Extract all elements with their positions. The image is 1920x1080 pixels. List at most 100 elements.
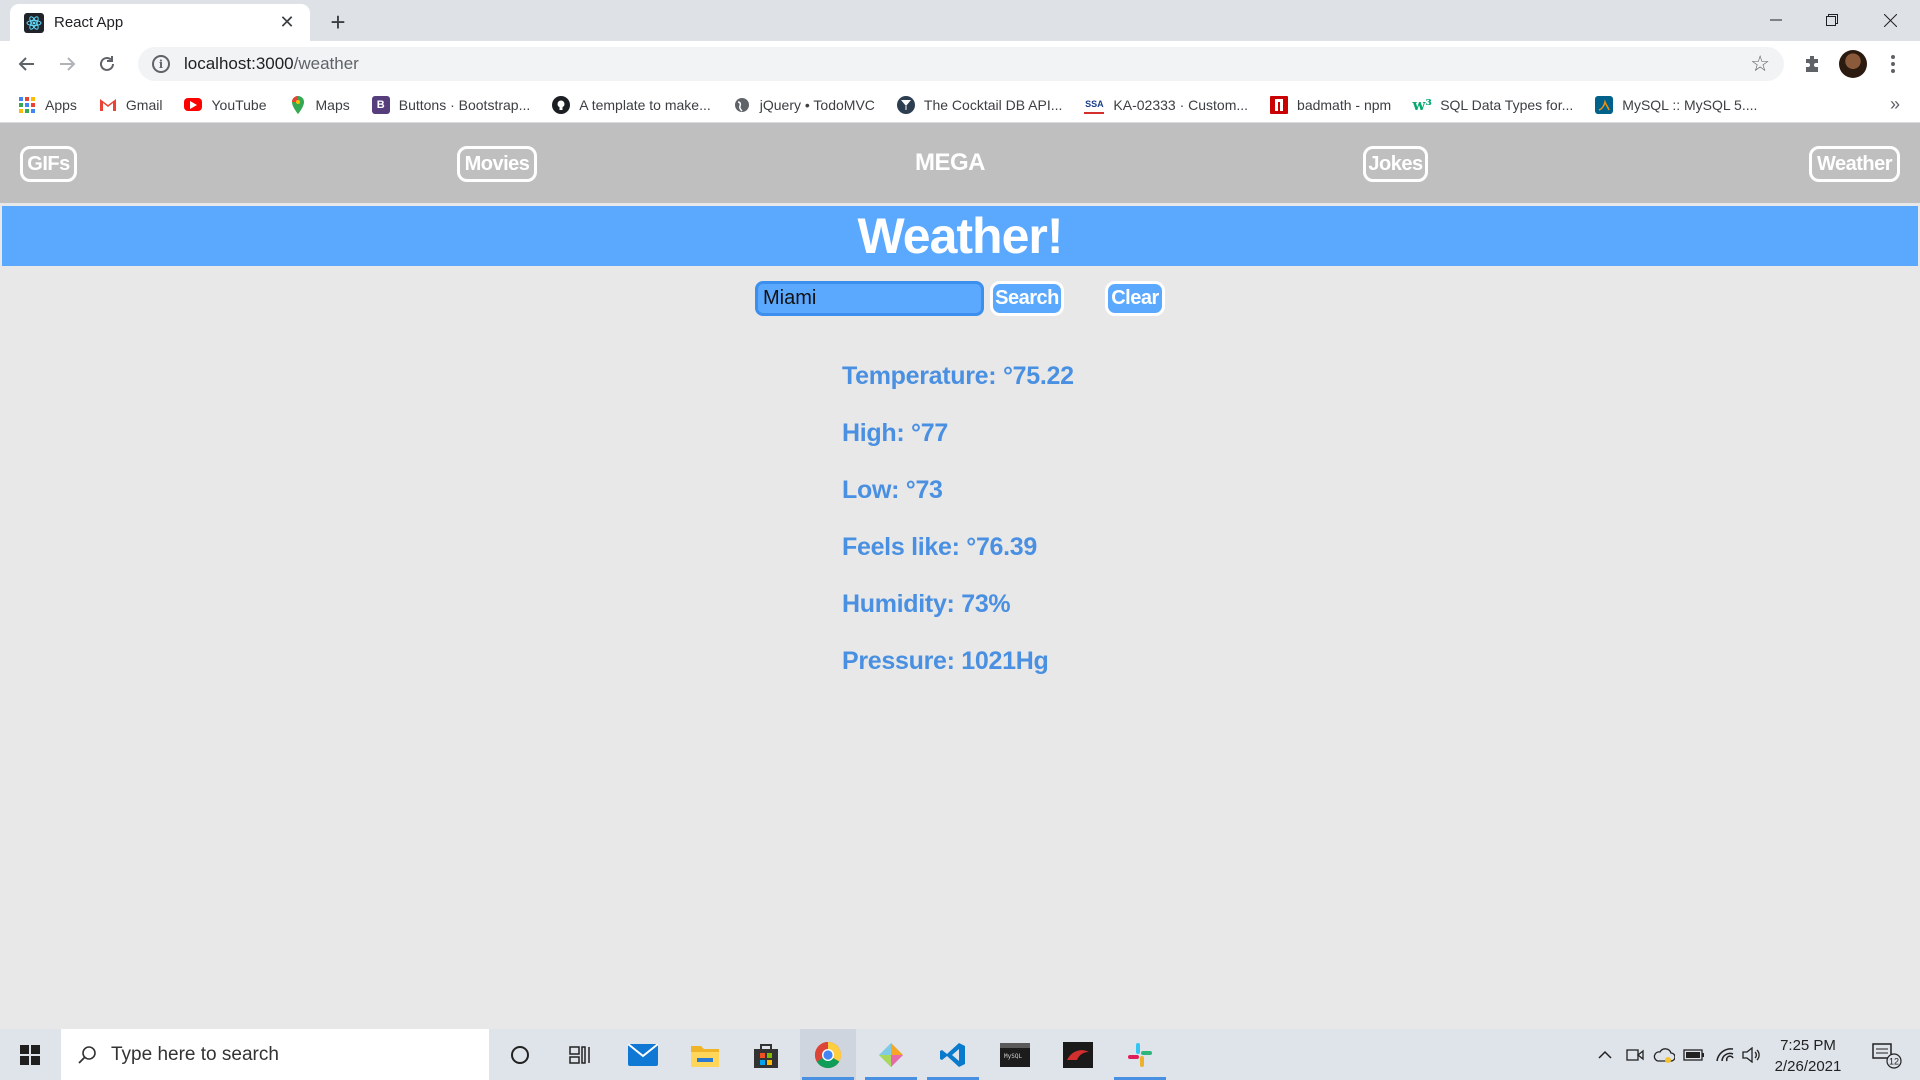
app-navbar: GIFs Movies MEGA Jokes Weather (0, 123, 1920, 203)
bookmark-label: YouTube (211, 96, 267, 113)
url-text: localhost:3000/weather (184, 54, 359, 74)
browser-tab[interactable]: React App ✕ (10, 4, 310, 41)
bookmark-youtube[interactable]: YouTube (184, 96, 267, 113)
tab-title: React App (54, 14, 124, 31)
extensions-icon[interactable] (1795, 47, 1829, 81)
site-info-icon[interactable]: i (152, 55, 170, 73)
nav-gifs-button[interactable]: GIFs (20, 146, 77, 182)
bookmark-jquery[interactable]: jQuery • TodoMVC (733, 96, 875, 114)
browser-toolbar: i localhost:3000/weather ☆ (0, 41, 1920, 87)
back-icon[interactable] (10, 47, 44, 81)
youtube-icon (184, 98, 203, 111)
github-icon (552, 95, 571, 114)
low-value: Low: °73 (842, 476, 943, 504)
wifi-icon[interactable] (1712, 1029, 1738, 1080)
close-window-icon[interactable] (1862, 0, 1918, 40)
bookmark-w3schools[interactable]: w³ SQL Data Types for... (1412, 95, 1574, 114)
bookmark-label: Maps (315, 96, 350, 113)
globe-icon (733, 96, 751, 114)
action-center-button[interactable]: 12 (1862, 1029, 1912, 1080)
avatar (1839, 50, 1867, 78)
taskbar-search-box[interactable]: Type here to search (61, 1029, 489, 1080)
file-explorer-icon[interactable] (677, 1029, 733, 1080)
bookmark-maps[interactable]: Maps (289, 95, 350, 114)
w3schools-icon: w³ (1412, 95, 1432, 114)
mysql-shell-icon[interactable]: MySQL (987, 1029, 1043, 1080)
task-view-icon[interactable] (552, 1029, 608, 1080)
bookmark-label: Buttons · Bootstrap... (398, 96, 531, 113)
bookmark-github[interactable]: A template to make... (552, 95, 711, 114)
vscode-icon[interactable] (925, 1029, 981, 1080)
url-host: localhost:3000 (184, 54, 294, 73)
minimize-icon[interactable] (1748, 0, 1804, 40)
bookmarks-overflow-icon[interactable]: » (1890, 94, 1900, 115)
nav-movies-button[interactable]: Movies (457, 146, 537, 182)
nav-weather-button[interactable]: Weather (1809, 146, 1900, 182)
npm-icon (1270, 95, 1289, 114)
bookmark-apps[interactable]: Apps (18, 96, 77, 114)
weather-results: Temperature: °75.22 High: °77 Low: °73 F… (842, 362, 1074, 704)
bookmarks-bar: Apps Gmail YouTube Maps B Buttons · Boot… (0, 87, 1920, 123)
bookmark-label: SQL Data Types for... (1440, 96, 1574, 113)
game-app-icon[interactable] (1050, 1029, 1106, 1080)
volume-icon[interactable] (1740, 1029, 1764, 1080)
store-icon[interactable] (738, 1029, 794, 1080)
slack-icon[interactable] (1112, 1029, 1168, 1080)
address-bar[interactable]: i localhost:3000/weather ☆ (138, 47, 1784, 81)
react-icon (24, 12, 44, 33)
bookmark-label: A template to make... (579, 96, 711, 113)
bookmark-label: MySQL :: MySQL 5.... (1622, 96, 1758, 113)
mail-icon[interactable] (615, 1029, 671, 1080)
bookmark-label: KA-02333 · Custom... (1113, 96, 1249, 113)
forward-icon[interactable] (50, 47, 84, 81)
start-button[interactable] (0, 1029, 60, 1080)
cocktail-icon (896, 95, 915, 114)
city-search-input[interactable] (755, 281, 984, 316)
clock-time: 7:25 PM (1780, 1037, 1836, 1054)
url-path: /weather (293, 54, 359, 73)
pressure-value: Pressure: 1021Hg (842, 647, 1049, 675)
windows-taskbar: Type here to search MySQL 7:25 PM 2/26/2… (0, 1029, 1920, 1080)
search-button[interactable]: Search (990, 281, 1064, 316)
bookmark-mysql[interactable]: MySQL :: MySQL 5.... (1595, 95, 1758, 114)
bookmark-npm[interactable]: badmath - npm (1270, 95, 1391, 114)
bookmark-star-icon[interactable]: ☆ (1750, 51, 1770, 77)
gmail-icon (99, 96, 117, 114)
more-menu-icon[interactable] (1876, 47, 1910, 81)
restore-icon[interactable] (1804, 0, 1860, 40)
system-clock[interactable]: 7:25 PM 2/26/2021 (1762, 1035, 1854, 1077)
cortana-icon[interactable] (492, 1029, 548, 1080)
bookmark-label: Gmail (125, 96, 163, 113)
clear-button[interactable]: Clear (1105, 281, 1165, 316)
page-header-banner: Weather! (2, 206, 1918, 266)
bookmark-ssa[interactable]: SSA KA-02333 · Custom... (1084, 96, 1248, 114)
ssa-icon: SSA (1084, 96, 1105, 114)
bookmark-gmail[interactable]: Gmail (99, 96, 163, 114)
nav-jokes-button[interactable]: Jokes (1363, 146, 1428, 182)
temperature-value: Temperature: °75.22 (842, 362, 1074, 390)
tray-overflow-icon[interactable] (1592, 1029, 1618, 1080)
notification-icon: 12 (1872, 1042, 1902, 1069)
tab-close-icon[interactable]: ✕ (276, 12, 298, 33)
onedrive-icon[interactable] (1650, 1029, 1678, 1080)
svg-text:MySQL: MySQL (1004, 1053, 1022, 1060)
mysql-icon (1595, 95, 1614, 114)
reload-icon[interactable] (90, 47, 124, 81)
notification-count: 12 (1889, 1056, 1899, 1066)
bootstrap-icon: B (371, 95, 390, 114)
new-tab-button[interactable]: + (323, 8, 353, 38)
gitkraken-icon[interactable] (863, 1029, 919, 1080)
chrome-taskbar-button[interactable] (800, 1029, 856, 1080)
battery-icon[interactable] (1680, 1029, 1708, 1080)
meet-now-icon[interactable] (1622, 1029, 1648, 1080)
apps-grid-icon (18, 96, 36, 114)
page-title: Weather! (857, 208, 1063, 264)
profile-avatar[interactable] (1836, 47, 1870, 81)
bookmark-bootstrap[interactable]: B Buttons · Bootstrap... (371, 95, 531, 114)
bookmark-label: Apps (45, 96, 77, 113)
feels-like-value: Feels like: °76.39 (842, 533, 1038, 561)
clock-date: 2/26/2021 (1774, 1058, 1842, 1075)
bookmark-cocktaildb[interactable]: The Cocktail DB API... (896, 95, 1062, 114)
browser-tabstrip: React App ✕ + (0, 0, 1920, 41)
high-value: High: °77 (842, 419, 948, 447)
